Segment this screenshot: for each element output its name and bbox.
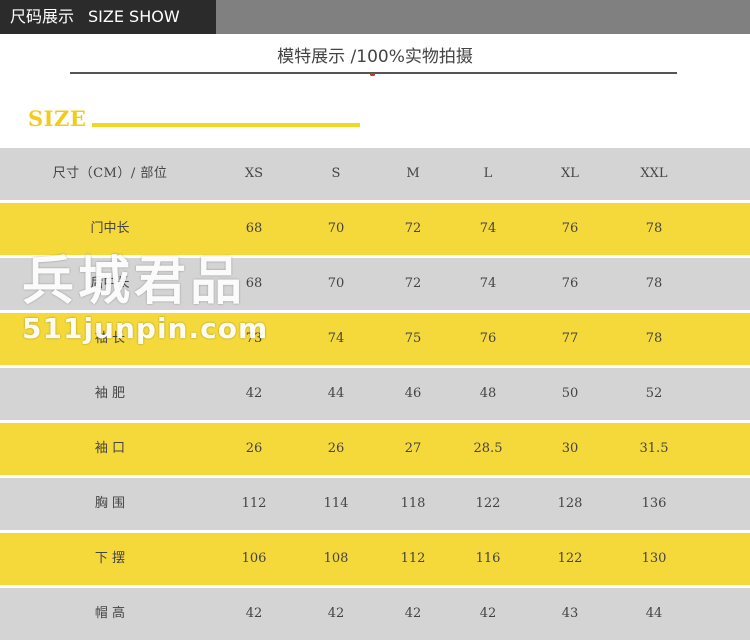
table-row: 袖 长 73 74 75 76 77 78 — [0, 313, 750, 365]
subtitle-divider-mark — [370, 73, 375, 76]
table-cell: 42 — [479, 606, 497, 621]
row-label: 后中长 — [90, 276, 130, 291]
table-cell: 116 — [475, 551, 501, 566]
table-cell: 72 — [404, 221, 422, 236]
table-cell: 28.5 — [473, 441, 503, 456]
table-cell: 70 — [327, 221, 345, 236]
section-title-tab: 尺码展示 SIZE SHOW — [0, 0, 216, 34]
size-table: 尺寸（CM）/ 部位 XS S M L XL XXL 门中长 68 70 72 … — [0, 148, 750, 640]
table-cell: 114 — [323, 496, 349, 511]
column-header-xxl: XXL — [640, 166, 668, 181]
table-cell: 42 — [327, 606, 345, 621]
table-row: 帽 高 42 42 42 42 43 44 — [0, 588, 750, 640]
table-cell: 68 — [245, 276, 263, 291]
table-cell: 26 — [245, 441, 263, 456]
table-cell: 42 — [245, 386, 263, 401]
table-cell: 76 — [479, 331, 497, 346]
column-header-l: L — [483, 166, 493, 181]
table-row: 后中长 68 70 72 74 76 78 — [0, 258, 750, 310]
table-row: 门中长 68 70 72 74 76 78 — [0, 203, 750, 255]
table-cell: 78 — [645, 221, 663, 236]
table-cell: 76 — [561, 221, 579, 236]
table-cell: 31.5 — [639, 441, 669, 456]
table-cell: 77 — [561, 331, 579, 346]
table-cell: 128 — [557, 496, 583, 511]
table-cell: 75 — [404, 331, 422, 346]
row-label: 帽 高 — [94, 606, 126, 621]
table-cell: 78 — [645, 331, 663, 346]
table-cell: 42 — [245, 606, 263, 621]
table-cell: 136 — [641, 496, 667, 511]
row-label: 袖 长 — [94, 331, 126, 346]
table-row: 袖 口 26 26 27 28.5 30 31.5 — [0, 423, 750, 475]
column-header-part: 尺寸（CM）/ 部位 — [52, 166, 168, 181]
table-cell: 43 — [561, 606, 579, 621]
column-header-s: S — [331, 166, 341, 181]
section-title-cn: 尺码展示 — [10, 7, 75, 26]
row-label: 胸 围 — [94, 496, 126, 511]
table-cell: 118 — [400, 496, 426, 511]
table-cell: 76 — [561, 276, 579, 291]
top-bar: 尺码展示 SIZE SHOW — [0, 0, 750, 34]
row-label: 门中长 — [90, 221, 130, 236]
model-photo-subtitle: 模特展示 /100%实物拍摄 — [277, 47, 473, 67]
table-cell: 112 — [400, 551, 426, 566]
table-cell: 52 — [645, 386, 663, 401]
size-heading-underline — [92, 123, 360, 127]
table-row: 下 摆 106 108 112 116 122 130 — [0, 533, 750, 585]
table-cell: 74 — [479, 276, 497, 291]
row-label: 袖 口 — [94, 441, 126, 456]
table-cell: 44 — [645, 606, 663, 621]
column-header-xs: XS — [244, 166, 264, 181]
table-row: 胸 围 112 114 118 122 128 136 — [0, 478, 750, 530]
size-heading: SIZE — [28, 106, 87, 131]
table-cell: 50 — [561, 386, 579, 401]
table-header-row: 尺寸（CM）/ 部位 XS S M L XL XXL — [0, 148, 750, 200]
table-cell: 106 — [241, 551, 267, 566]
table-cell: 72 — [404, 276, 422, 291]
table-cell: 42 — [404, 606, 422, 621]
column-header-m: M — [406, 166, 420, 181]
table-cell: 70 — [327, 276, 345, 291]
table-cell: 48 — [479, 386, 497, 401]
table-cell: 130 — [641, 551, 667, 566]
table-cell: 74 — [327, 331, 345, 346]
table-cell: 27 — [404, 441, 422, 456]
table-cell: 46 — [404, 386, 422, 401]
column-header-xl: XL — [561, 166, 579, 181]
table-cell: 44 — [327, 386, 345, 401]
section-title-en: SIZE SHOW — [88, 7, 180, 26]
table-cell: 112 — [241, 496, 267, 511]
table-cell: 26 — [327, 441, 345, 456]
table-cell: 78 — [645, 276, 663, 291]
table-cell: 74 — [479, 221, 497, 236]
table-cell: 68 — [245, 221, 263, 236]
table-cell: 108 — [323, 551, 349, 566]
table-cell: 30 — [561, 441, 579, 456]
row-label: 袖 肥 — [94, 386, 126, 401]
table-cell: 73 — [245, 331, 263, 346]
table-cell: 122 — [557, 551, 583, 566]
table-cell: 122 — [475, 496, 501, 511]
row-label: 下 摆 — [94, 551, 126, 566]
table-row: 袖 肥 42 44 46 48 50 52 — [0, 368, 750, 420]
